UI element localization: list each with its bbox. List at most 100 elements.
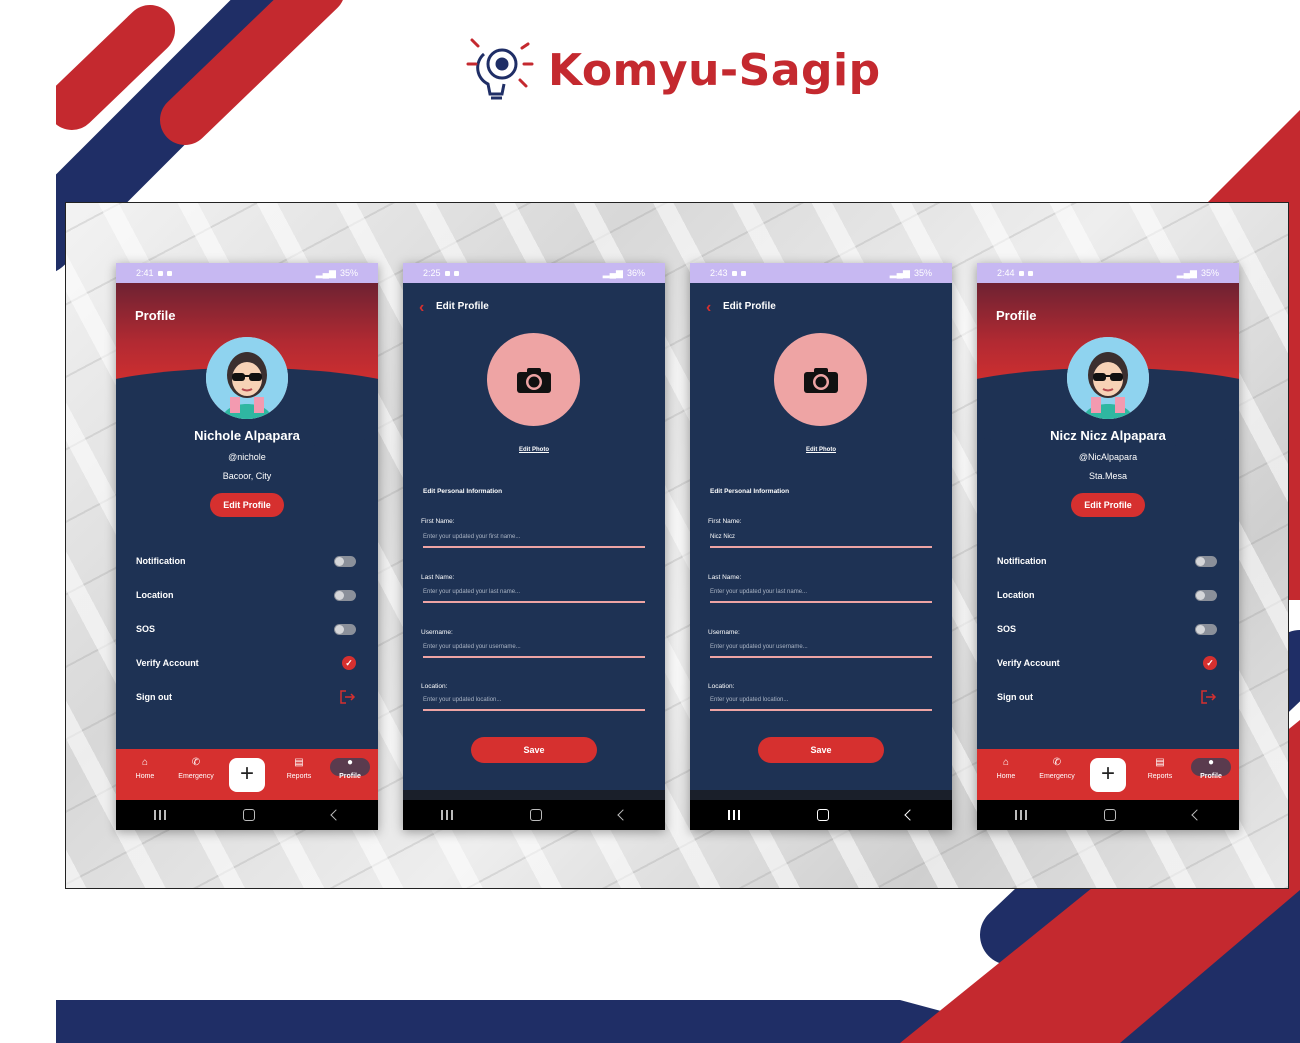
username-input[interactable]: Enter your updated your username... — [423, 644, 645, 658]
battery-level: 35% — [339, 268, 358, 278]
setting-verify-account[interactable]: Verify Account ✓ — [997, 654, 1217, 672]
bottom-tab-bar: ⌂ Home ✆ Emergency + ▤ Reports ● Profile — [116, 749, 378, 800]
save-button[interactable]: Save — [471, 737, 597, 763]
phone-profile-after: 2:44 ▂▄▆ 35% Profile Nicz Nicz Alpapara @… — [977, 263, 1239, 830]
phone-edit-profile-filled: 2:43 ▂▄▆ 35% ‹ Edit Profile Edit Photo Ed… — [690, 263, 952, 830]
tab-home[interactable]: ⌂ Home — [119, 757, 171, 780]
edit-profile-button[interactable]: Edit Profile — [1071, 493, 1145, 517]
system-nav-bar — [690, 800, 952, 830]
photo-picker[interactable] — [774, 333, 867, 426]
status-bar: 2:25 ▂▄▆ 36% — [403, 263, 665, 283]
avatar[interactable] — [206, 337, 288, 419]
profile-username: @NicAlpapara — [1078, 452, 1138, 462]
setting-label: Verify Account — [997, 658, 1060, 668]
sos-toggle[interactable] — [1195, 623, 1217, 635]
phone-icon: ✆ — [1052, 757, 1062, 768]
tab-emergency[interactable]: ✆ Emergency — [170, 757, 222, 780]
location-toggle[interactable] — [334, 589, 356, 601]
bottom-strip — [690, 790, 952, 800]
tab-emergency[interactable]: ✆ Emergency — [1031, 757, 1083, 780]
brand-title: Komyu-Sagip — [548, 44, 881, 96]
location-toggle[interactable] — [1195, 589, 1217, 601]
signal-icon: ▂▄▆ — [1176, 267, 1197, 278]
setting-label: SOS — [997, 624, 1017, 634]
setting-sos[interactable]: SOS — [136, 620, 356, 638]
back-arrow-icon[interactable]: ‹ — [419, 299, 424, 317]
edit-profile-button[interactable]: Edit Profile — [210, 493, 284, 517]
status-time: 2:25 — [423, 268, 441, 278]
page-title: Edit Profile — [723, 301, 776, 312]
back-button[interactable] — [616, 809, 629, 821]
first-name-input[interactable]: Nicz Nicz — [710, 534, 932, 548]
last-name-label: Last Name: — [708, 574, 742, 581]
photo-picker[interactable] — [487, 333, 580, 426]
reports-icon: ▤ — [1155, 757, 1165, 768]
setting-label: Verify Account — [136, 658, 199, 668]
add-report-button[interactable]: + — [1090, 758, 1126, 792]
setting-location[interactable]: Location — [997, 586, 1217, 604]
camera-icon — [803, 367, 838, 393]
back-button[interactable] — [329, 809, 342, 821]
add-report-button[interactable]: + — [229, 758, 265, 792]
brand-header: Komyu-Sagip — [462, 30, 881, 110]
setting-notification[interactable]: Notification — [136, 552, 356, 570]
setting-label: Sign out — [997, 692, 1033, 702]
home-icon: ⌂ — [141, 757, 149, 768]
signal-icon: ▂▄▆ — [602, 267, 623, 278]
tab-profile[interactable]: ● Profile — [1185, 757, 1237, 780]
location-label: Location: — [421, 683, 448, 690]
first-name-input[interactable]: Enter your updated your first name... — [423, 534, 645, 548]
setting-sign-out[interactable]: Sign out — [997, 688, 1217, 706]
last-name-input[interactable]: Enter your updated your last name... — [423, 589, 645, 603]
recent-apps-button[interactable] — [154, 810, 167, 820]
home-button[interactable] — [1103, 809, 1116, 821]
avatar[interactable] — [1067, 337, 1149, 419]
person-icon: ● — [1207, 757, 1215, 768]
back-arrow-icon[interactable]: ‹ — [706, 299, 711, 317]
setting-label: Notification — [136, 556, 186, 566]
avatar-illustration — [1067, 337, 1149, 419]
phone-profile-before: 2:41 ▂▄▆ 35% Profile Nichole Alpapara @ni… — [116, 263, 378, 830]
back-button[interactable] — [1190, 809, 1203, 821]
last-name-input[interactable]: Enter your updated your last name... — [710, 589, 932, 603]
home-icon: ⌂ — [1002, 757, 1010, 768]
notification-toggle[interactable] — [1195, 555, 1217, 567]
location-input[interactable]: Enter your updated location... — [423, 697, 645, 711]
setting-label: SOS — [136, 624, 156, 634]
setting-location[interactable]: Location — [136, 586, 356, 604]
home-button[interactable] — [242, 809, 255, 821]
back-button[interactable] — [903, 809, 916, 821]
section-heading: Edit Personal Information — [710, 488, 790, 495]
battery-level: 35% — [913, 268, 932, 278]
setting-notification[interactable]: Notification — [997, 552, 1217, 570]
verified-badge-icon: ✓ — [1203, 656, 1217, 670]
tab-profile[interactable]: ● Profile — [324, 757, 376, 780]
sos-toggle[interactable] — [334, 623, 356, 635]
tab-reports[interactable]: ▤ Reports — [273, 757, 325, 780]
first-name-label: First Name: — [421, 518, 455, 525]
last-name-label: Last Name: — [421, 574, 455, 581]
signal-icon: ▂▄▆ — [889, 267, 910, 278]
recent-apps-button[interactable] — [728, 810, 741, 820]
location-label: Location: — [708, 683, 735, 690]
username-input[interactable]: Enter your updated your username... — [710, 644, 932, 658]
save-button[interactable]: Save — [758, 737, 884, 763]
setting-label: Notification — [997, 556, 1047, 566]
location-input[interactable]: Enter your updated location... — [710, 697, 932, 711]
section-heading: Edit Personal Information — [423, 488, 503, 495]
edit-photo-link[interactable]: Edit Photo — [690, 447, 952, 453]
recent-apps-button[interactable] — [441, 810, 454, 820]
edit-photo-link[interactable]: Edit Photo — [403, 447, 665, 453]
profile-name: Nichole Alpapara — [194, 428, 300, 443]
tab-home[interactable]: ⌂ Home — [980, 757, 1032, 780]
battery-level: 36% — [626, 268, 645, 278]
tab-reports[interactable]: ▤ Reports — [1134, 757, 1186, 780]
setting-sos[interactable]: SOS — [997, 620, 1217, 638]
username-label: Username: — [421, 629, 453, 636]
setting-verify-account[interactable]: Verify Account ✓ — [136, 654, 356, 672]
notification-toggle[interactable] — [334, 555, 356, 567]
setting-sign-out[interactable]: Sign out — [136, 688, 356, 706]
home-button[interactable] — [816, 809, 829, 821]
recent-apps-button[interactable] — [1015, 810, 1028, 820]
home-button[interactable] — [529, 809, 542, 821]
